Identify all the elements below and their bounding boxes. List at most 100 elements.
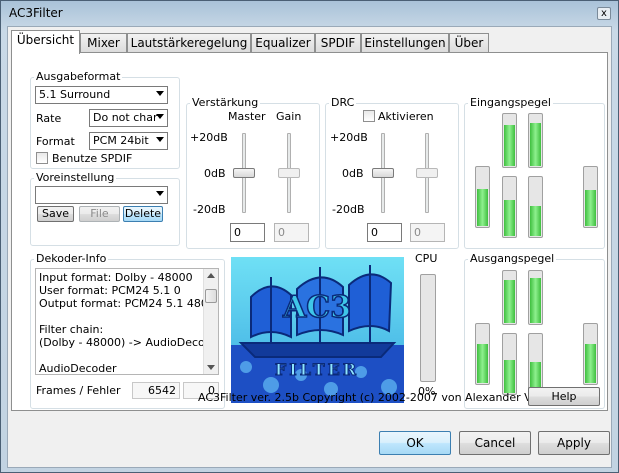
cpu-meter	[420, 274, 436, 382]
dekoder-info-line: Output format: PCM24 5.1 48000	[39, 297, 219, 310]
titlebar[interactable]: AC3Filter x	[1, 1, 618, 25]
input-level-meter-fill	[585, 190, 596, 226]
cancel-button[interactable]: Cancel	[459, 431, 531, 455]
apply-button[interactable]: Apply	[538, 431, 610, 455]
output-level-meter-fill	[585, 344, 596, 383]
ac3filter-window: AC3Filter x Übersicht Mixer Lautstärkere…	[0, 0, 619, 473]
drc-tick-top: +20dB	[330, 131, 368, 144]
input-level-meter-1	[475, 166, 490, 228]
frames-errors-label: Frames / Fehler	[36, 384, 121, 397]
format-combo[interactable]: PCM 24bit	[89, 132, 168, 150]
output-level-meter-3	[528, 270, 543, 325]
format-value: PCM 24bit	[93, 134, 149, 147]
sailing-ship-logo-icon: AC3 FILTER	[231, 257, 404, 403]
chevron-down-icon	[156, 137, 164, 142]
input-level-meter-fill	[530, 123, 541, 166]
gain-tick-bot: -20dB	[193, 203, 226, 216]
tab-ueber[interactable]: Über	[449, 33, 489, 52]
format-label: Format	[36, 135, 75, 148]
input-level-meter-5	[528, 176, 543, 238]
dialog-client: Übersicht Mixer Lautstärkeregelung Equal…	[7, 26, 612, 468]
drc-activate-label: Aktivieren	[378, 110, 434, 123]
output-level-meter-4	[502, 333, 517, 395]
dekoder-info-line: Filter chain:	[39, 323, 104, 336]
drc-slider1-thumb[interactable]	[372, 168, 394, 178]
input-level-meter-3	[528, 113, 543, 168]
gain-tick-mid: 0dB	[204, 167, 226, 180]
gain-label: Gain	[276, 110, 302, 123]
dekoder-info-line: Input format: Dolby - 48000	[39, 271, 193, 284]
preset-delete-button[interactable]: Delete	[123, 206, 163, 222]
dekoder-scrollbar[interactable]	[203, 269, 218, 374]
spdif-checkbox[interactable]	[36, 152, 48, 164]
input-level-meter-fill	[530, 206, 541, 236]
tab-spdif[interactable]: SPDIF	[315, 33, 361, 52]
scroll-down-arrow-icon[interactable]	[207, 365, 215, 370]
close-button[interactable]: x	[597, 7, 611, 20]
output-level-meter-fill	[477, 344, 488, 383]
tab-mixer[interactable]: Mixer	[80, 33, 127, 52]
preset-combo[interactable]	[35, 186, 168, 204]
output-level-meter-fill	[504, 280, 515, 323]
output-level-meter-fill	[530, 278, 541, 323]
speaker-config-value: 5.1 Surround	[39, 88, 111, 101]
gain-slider-thumb[interactable]	[278, 168, 300, 178]
dekoder-label: Dekoder-Info	[34, 252, 109, 265]
rate-combo[interactable]: Do not char	[89, 109, 168, 127]
input-level-meter-2	[502, 113, 517, 168]
dekoder-info-box[interactable]: Input format: Dolby - 48000 User format: …	[35, 268, 219, 375]
logo-graphic: AC3 FILTER	[231, 257, 404, 403]
drc-slider2-thumb[interactable]	[416, 168, 438, 178]
verstaerkung-label: Verstärkung	[190, 96, 261, 109]
preset-save-button[interactable]: Save	[37, 206, 74, 222]
gain-tick-top: +20dB	[190, 131, 228, 144]
chevron-down-icon	[156, 191, 164, 196]
drc-activate-checkbox[interactable]	[363, 110, 375, 122]
output-level-meter-1	[475, 323, 490, 385]
eingangspegel-label: Eingangspegel	[468, 96, 553, 109]
cpu-label: CPU	[415, 252, 438, 265]
copyright-text: AC3Filter ver. 2.5b Copyright (c) 2002-2…	[198, 391, 573, 404]
speaker-config-combo[interactable]: 5.1 Surround	[35, 86, 168, 104]
help-button[interactable]: Help	[528, 387, 600, 406]
ok-button[interactable]: OK	[379, 431, 451, 455]
gain-value-field[interactable]: 0	[274, 223, 309, 242]
chevron-down-icon	[156, 114, 164, 119]
drc-tick-bot: -20dB	[332, 203, 365, 216]
master-slider-thumb[interactable]	[233, 168, 255, 178]
scroll-thumb[interactable]	[205, 289, 217, 303]
output-level-meter-6	[583, 323, 598, 385]
input-level-meter-fill	[504, 200, 515, 236]
preset-file-button[interactable]: File	[79, 206, 120, 222]
uebersicht-panel: Ausgabeformat 5.1 Surround Rate Do not c…	[11, 52, 608, 411]
chevron-down-icon	[156, 91, 164, 96]
input-level-meter-fill	[477, 189, 488, 226]
frames-count: 6542	[132, 382, 180, 399]
dekoder-info-line: (Dolby - 48000) -> AudioDecoder -	[39, 336, 219, 349]
tab-einstellungen[interactable]: Einstellungen	[361, 33, 449, 52]
master-label: Master	[228, 110, 266, 123]
voreinstellung-label: Voreinstellung	[34, 171, 117, 184]
rate-label: Rate	[36, 112, 62, 125]
output-level-meter-fill	[504, 360, 515, 393]
drc-value2-field[interactable]: 0	[410, 223, 445, 242]
drc-tick-mid: 0dB	[342, 167, 364, 180]
master-value-field[interactable]: 0	[230, 223, 265, 242]
ausgangspegel-label: Ausgangspegel	[468, 252, 557, 265]
drc-label: DRC	[329, 96, 357, 109]
output-level-meter-2	[502, 270, 517, 325]
drc-value1-field[interactable]: 0	[367, 223, 402, 242]
output-level-meter-5	[528, 333, 543, 395]
dekoder-info-line: User format: PCM24 5.1 0	[39, 284, 181, 297]
input-level-meter-fill	[504, 125, 515, 166]
window-title: AC3Filter	[9, 6, 63, 20]
ausgabeformat-label: Ausgabeformat	[34, 70, 123, 83]
spdif-checkbox-label: Benutze SPDIF	[52, 152, 133, 165]
tab-lautstaerkeregelung[interactable]: Lautstärkeregelung	[127, 33, 251, 52]
tab-equalizer[interactable]: Equalizer	[251, 33, 315, 52]
scroll-up-arrow-icon[interactable]	[207, 273, 215, 278]
dekoder-info-line: AudioDecoder	[39, 362, 117, 375]
tab-uebersicht[interactable]: Übersicht	[11, 30, 80, 54]
input-level-meter-6	[583, 166, 598, 228]
rate-value: Do not char	[93, 111, 158, 124]
